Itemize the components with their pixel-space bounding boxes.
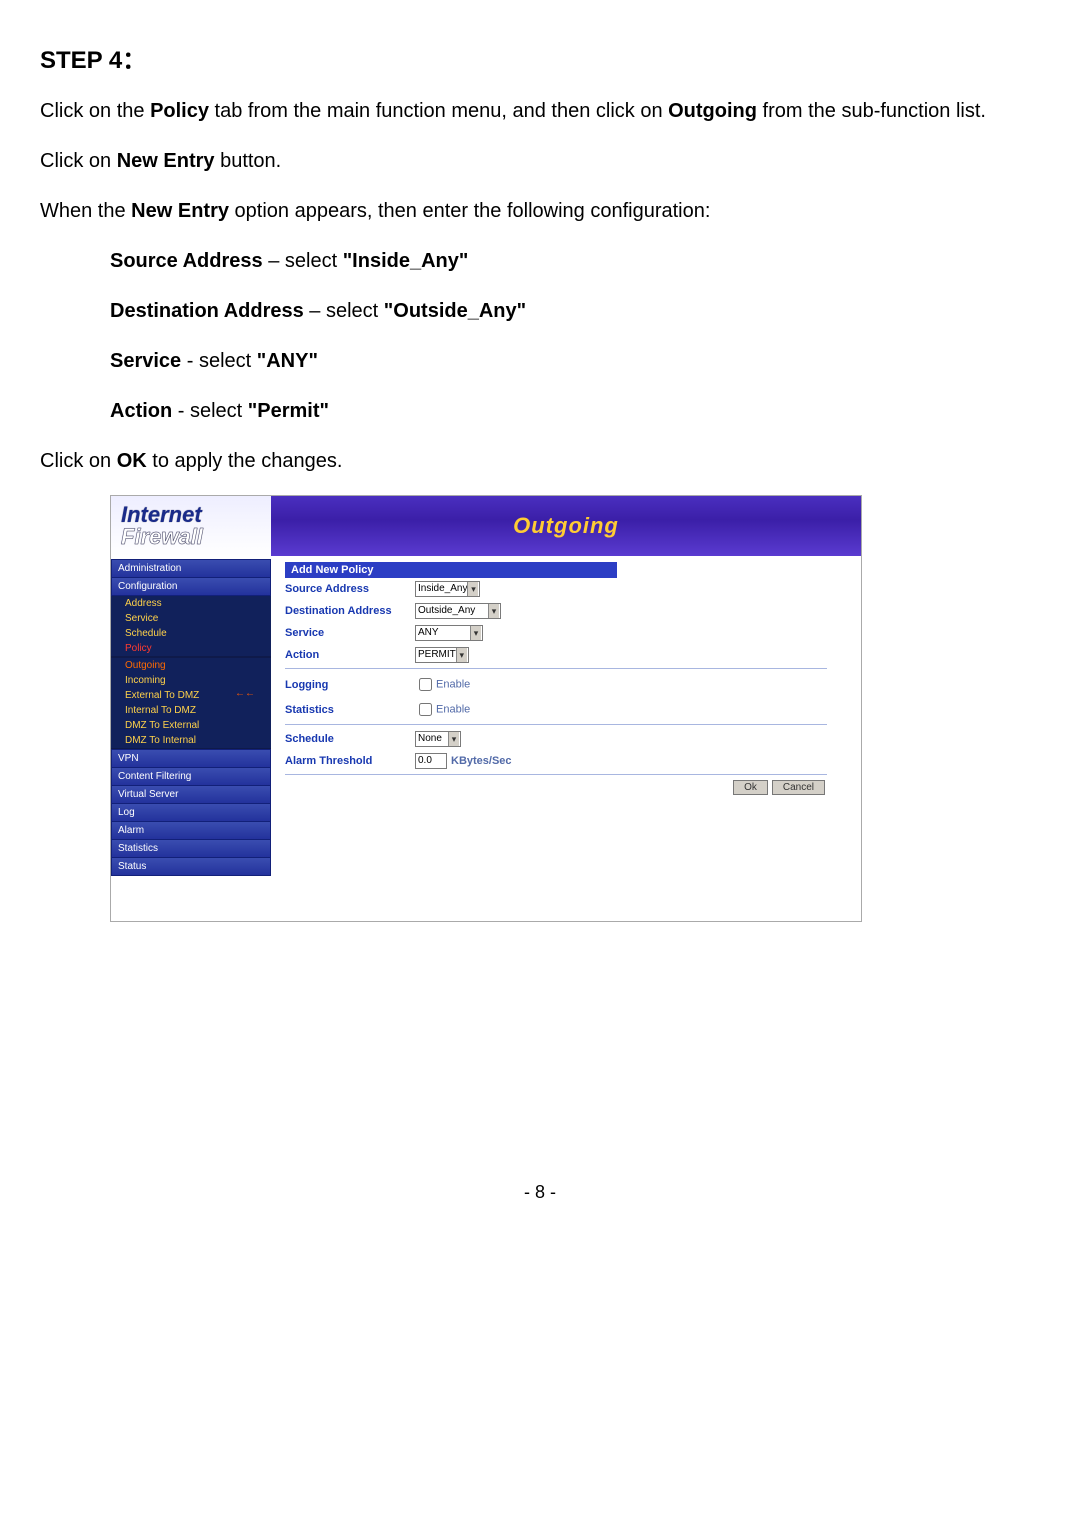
arrow-left-icon: ←← xyxy=(235,688,265,699)
sidebar-item-dmz-to-internal[interactable]: DMZ To Internal xyxy=(111,733,271,748)
label-source-address: Source Address xyxy=(285,583,415,595)
separator xyxy=(285,668,827,670)
unit-kbytes-sec: KBytes/Sec xyxy=(451,755,512,767)
brand: Internet Firewall xyxy=(111,496,271,556)
text: button. xyxy=(215,150,282,172)
label: External To DMZ xyxy=(125,690,199,701)
separator xyxy=(285,774,827,776)
label-action: Action xyxy=(285,649,415,661)
para-2: Click on New Entry button. xyxy=(40,145,1040,177)
value: "Outside_Any" xyxy=(384,300,526,322)
text: Click on xyxy=(40,450,117,472)
sidebar-item-dmz-to-external[interactable]: DMZ To External xyxy=(111,718,271,733)
bold-ok: OK xyxy=(117,450,147,472)
cancel-button[interactable]: Cancel xyxy=(772,780,825,795)
sidebar-item-schedule[interactable]: Schedule xyxy=(111,626,271,641)
text: tab from the main function menu, and the… xyxy=(209,100,668,122)
label: Action xyxy=(110,400,172,422)
input-alarm-threshold[interactable]: 0.0 xyxy=(415,753,447,769)
sep: – select xyxy=(304,300,384,322)
enable-text: Enable xyxy=(436,678,470,690)
sidebar: Administration Configuration Address Ser… xyxy=(111,556,271,921)
sidebar-item-policy[interactable]: Policy xyxy=(111,641,271,656)
separator xyxy=(285,724,827,726)
sep: - select xyxy=(181,350,257,372)
label-destination-address: Destination Address xyxy=(285,605,415,617)
select-destination-address[interactable]: Outside_Any xyxy=(415,603,501,619)
value: "Permit" xyxy=(248,400,329,422)
sidebar-item-internal-to-dmz[interactable]: Internal To DMZ xyxy=(111,703,271,718)
select-service[interactable]: ANY xyxy=(415,625,483,641)
brand-line1: Internet xyxy=(121,504,271,526)
para-1: Click on the Policy tab from the main fu… xyxy=(40,95,1040,127)
value: "ANY" xyxy=(257,350,318,372)
para-3: When the New Entry option appears, then … xyxy=(40,195,1040,227)
sidebar-item-address[interactable]: Address xyxy=(111,596,271,611)
step-heading: STEP 4： xyxy=(40,40,1040,75)
bold-outgoing: Outgoing xyxy=(668,100,757,122)
value: "Inside_Any" xyxy=(343,250,469,272)
sidebar-item-content-filtering[interactable]: Content Filtering xyxy=(111,767,271,786)
label: Destination Address xyxy=(110,300,304,322)
cfg-destination: Destination Address – select "Outside_An… xyxy=(110,295,1040,327)
brand-line2: Firewall xyxy=(121,526,271,548)
page-title: Outgoing xyxy=(271,496,861,556)
text: option appears, then enter the following… xyxy=(229,200,710,222)
sidebar-item-virtual-server[interactable]: Virtual Server xyxy=(111,785,271,804)
label: Source Address xyxy=(110,250,263,272)
bold-new-entry: New Entry xyxy=(117,150,215,172)
form-panel: Add New Policy Source Address Inside_Any… xyxy=(271,556,861,921)
sidebar-item-alarm[interactable]: Alarm xyxy=(111,821,271,840)
enable-text: Enable xyxy=(436,703,470,715)
checkbox-logging[interactable]: Enable xyxy=(415,675,470,694)
sidebar-item-statistics[interactable]: Statistics xyxy=(111,839,271,858)
sep: – select xyxy=(263,250,343,272)
sidebar-item-administration[interactable]: Administration xyxy=(111,559,271,578)
sidebar-item-configuration[interactable]: Configuration xyxy=(111,577,271,596)
form-header: Add New Policy xyxy=(285,562,617,578)
bold-policy: Policy xyxy=(150,100,209,122)
label-service: Service xyxy=(285,627,415,639)
cfg-action: Action - select "Permit" xyxy=(110,395,1040,427)
ok-button[interactable]: Ok xyxy=(733,780,768,795)
checkbox-statistics[interactable]: Enable xyxy=(415,700,470,719)
screenshot: Internet Firewall Outgoing Administratio… xyxy=(110,495,862,922)
sidebar-item-service[interactable]: Service xyxy=(111,611,271,626)
label-logging: Logging xyxy=(285,679,415,691)
bold-new-entry: New Entry xyxy=(131,200,229,222)
text: Click on the xyxy=(40,100,150,122)
cfg-source: Source Address – select "Inside_Any" xyxy=(110,245,1040,277)
sidebar-item-log[interactable]: Log xyxy=(111,803,271,822)
sidebar-item-status[interactable]: Status xyxy=(111,857,271,876)
sep: - select xyxy=(172,400,248,422)
label-schedule: Schedule xyxy=(285,733,415,745)
para-4: Click on OK to apply the changes. xyxy=(40,445,1040,477)
sidebar-item-external-to-dmz[interactable]: External To DMZ ←← xyxy=(111,688,271,703)
text: Click on xyxy=(40,150,117,172)
sidebar-item-vpn[interactable]: VPN xyxy=(111,749,271,768)
select-action[interactable]: PERMIT xyxy=(415,647,469,663)
text: to apply the changes. xyxy=(147,450,343,472)
label-statistics: Statistics xyxy=(285,704,415,716)
sidebar-item-outgoing[interactable]: Outgoing xyxy=(111,658,271,673)
sidebar-item-incoming[interactable]: Incoming xyxy=(111,673,271,688)
select-schedule[interactable]: None xyxy=(415,731,461,747)
select-source-address[interactable]: Inside_Any xyxy=(415,581,480,597)
label-alarm-threshold: Alarm Threshold xyxy=(285,755,415,767)
text: from the sub-function list. xyxy=(757,100,986,122)
cfg-service: Service - select "ANY" xyxy=(110,345,1040,377)
page-number: - 8 - xyxy=(40,1182,1040,1233)
label: Service xyxy=(110,350,181,372)
text: When the xyxy=(40,200,131,222)
